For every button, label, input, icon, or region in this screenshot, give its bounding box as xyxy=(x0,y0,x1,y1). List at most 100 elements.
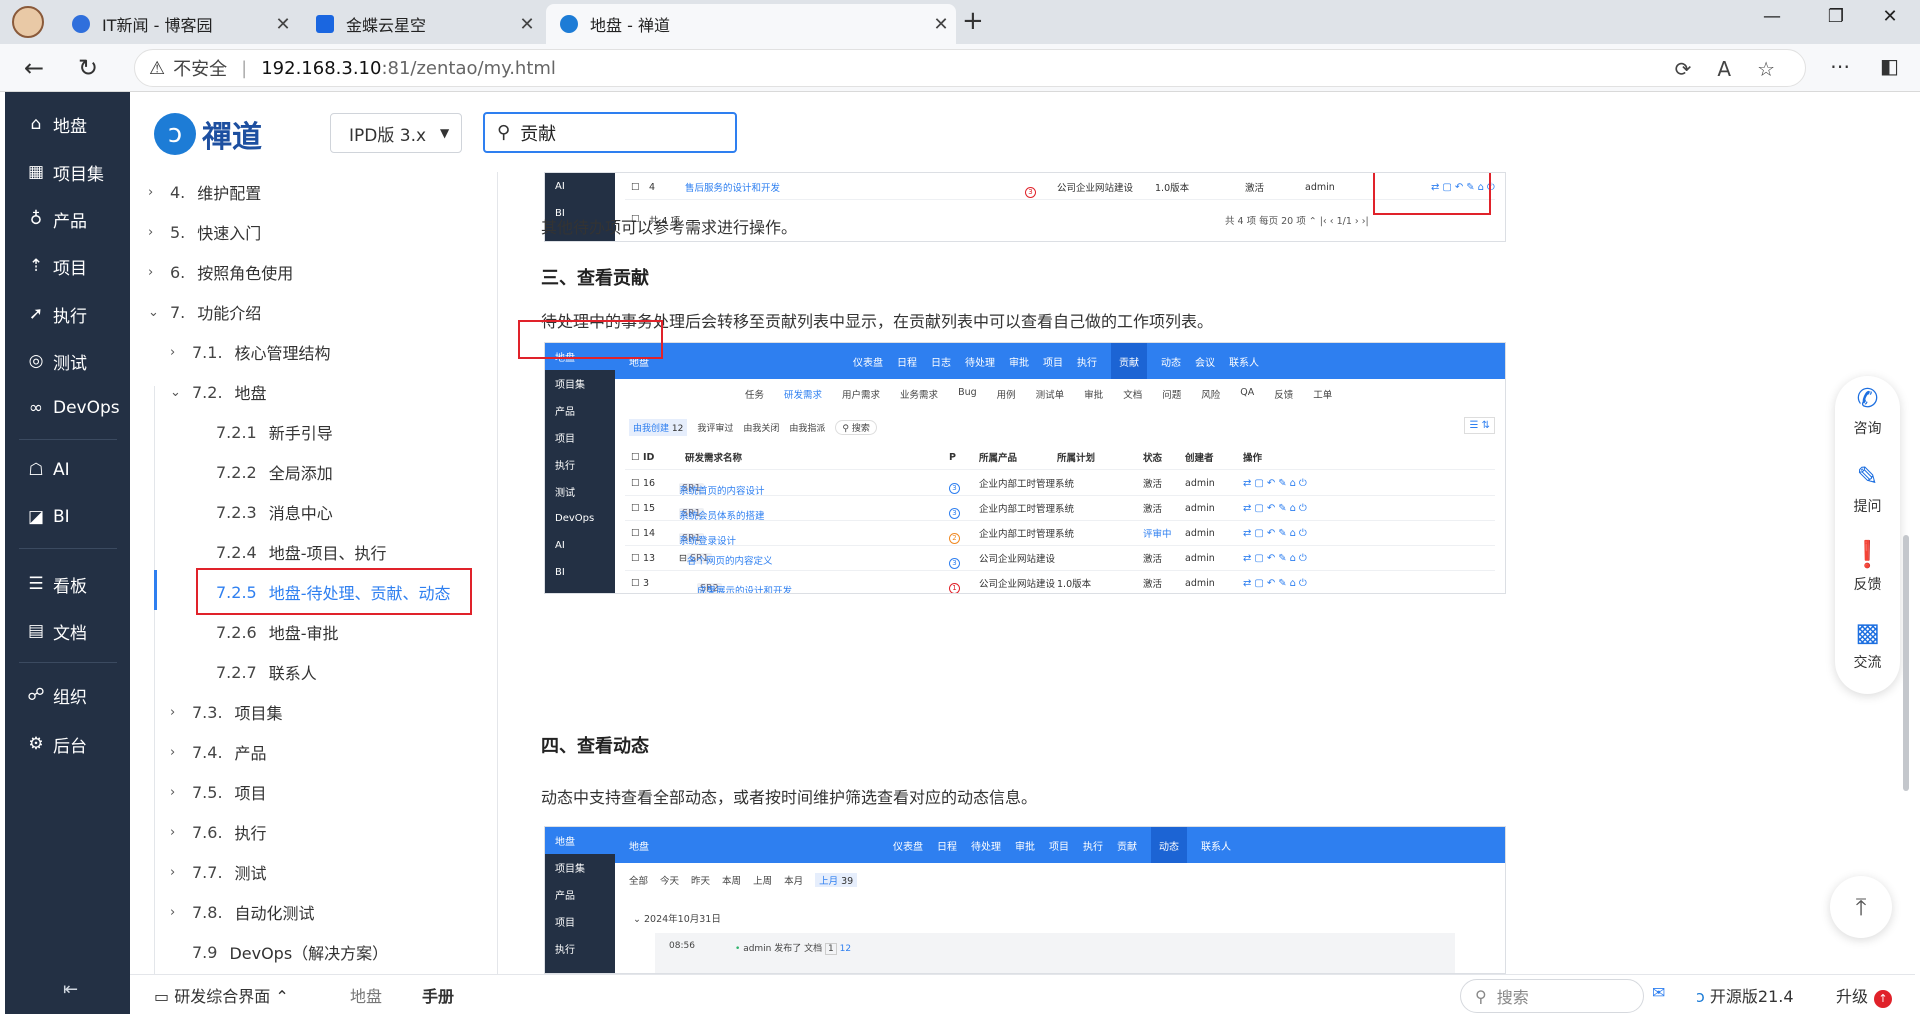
chevron-down-icon: ⌄ xyxy=(148,304,159,320)
toc-item[interactable]: 7.2.2 全局添加 xyxy=(216,454,333,490)
qrcode-icon: ▩ xyxy=(1855,618,1880,648)
arrow-up-icon: ⤒ xyxy=(1855,893,1867,921)
home-icon: ⌂ xyxy=(30,114,42,134)
workspace-switcher[interactable]: ▭ 研发综合界面 ⌃ xyxy=(154,983,289,1007)
breadcrumb-home[interactable]: 地盘 xyxy=(350,983,382,1007)
alert-icon: ❗ xyxy=(1851,540,1884,570)
main-nav: ⌂ 地盘 ▦ 项目集 ♁ 产品 ⇡ 项目 ➚ 执行 ◎ 测试 ∞ DevOps ☖ AI ◪ BI… xyxy=(5,92,130,1014)
table-row: ☐ 15 SR1 系统会员体系的搭建 3 企业内部工时管理系统 激活 admin ⇄… xyxy=(625,496,1495,522)
close-window-icon[interactable]: ✕ xyxy=(1870,6,1910,27)
shot-filters: 全部 今天 昨天 本周 上周 本月 上月 39 xyxy=(629,873,858,887)
close-tab-icon[interactable]: ✕ xyxy=(926,14,956,35)
chevron-down-icon: ⌄ xyxy=(170,384,181,400)
table-row: ☐ 16 SR1 系统首页的内容设计 3 企业内部工时管理系统 激活 admin ⇄… xyxy=(625,471,1495,497)
toc-item[interactable]: 7.2.7 联系人 xyxy=(216,654,317,690)
refresh-icon[interactable]: ↻ xyxy=(78,54,98,82)
back-to-top-button[interactable]: ⤒ xyxy=(1830,876,1892,938)
toc-item[interactable]: 7.9 DevOps（解决方案） xyxy=(192,934,388,970)
rocket-icon: ⇡ xyxy=(28,256,44,276)
ask-button[interactable]: ✎ 提问 xyxy=(1835,462,1900,516)
test-icon: ◎ xyxy=(28,351,44,371)
nav-item-home[interactable]: ⌂ 地盘 xyxy=(5,104,130,144)
phone-icon: ✆ xyxy=(1856,384,1879,414)
new-tab-icon[interactable]: + xyxy=(962,6,984,36)
chevron-right-icon: › xyxy=(148,264,154,280)
table-row: ☐ 4 售后服务的设计和开发 3 公司企业网站建设 1.0版本 激活 admin… xyxy=(625,175,1495,200)
chevron-right-icon: › xyxy=(170,824,176,840)
toc-item[interactable]: › 5. 快速入门 xyxy=(148,214,261,250)
favorite-star-icon[interactable]: ☆ xyxy=(1757,57,1775,81)
tab-kingdee[interactable]: 金蝶云星空 ✕ xyxy=(302,4,542,44)
nav-item-project[interactable]: ⇡ 项目 xyxy=(5,246,130,286)
read-aloud-icon[interactable]: A xyxy=(1717,57,1731,81)
table-row: ☐ 14 SR1 系统登录设计 2 企业内部工时管理系统 评审中 admin ⇄▢↶… xyxy=(625,521,1495,547)
manual-search-input[interactable]: ⚲ 贡献 xyxy=(483,112,737,153)
edition-info[interactable]: ↄ 开源版21.4 xyxy=(1696,983,1794,1007)
version-select[interactable]: IPD版 3.x ▼ xyxy=(330,113,462,153)
org-icon: ☍ xyxy=(27,685,45,705)
nav-item-product[interactable]: ♁ 产品 xyxy=(5,199,130,239)
app-header: ↄ 禪道 IPD版 3.x ▼ ⚲ 贡献 xyxy=(130,92,1915,172)
nav-item-program[interactable]: ▦ 项目集 xyxy=(5,152,130,192)
chevron-right-icon: › xyxy=(170,784,176,800)
nav-item-test[interactable]: ◎ 测试 xyxy=(5,341,130,381)
kanban-icon: ☰ xyxy=(28,574,44,594)
nav-item-execution[interactable]: ➚ 执行 xyxy=(5,294,130,334)
nav-item-doc[interactable]: ▤ 文档 xyxy=(5,611,130,651)
consult-button[interactable]: ✆ 咨询 xyxy=(1835,384,1900,438)
toc-item[interactable]: › 7.6. 执行 xyxy=(170,814,267,850)
toc-item[interactable]: › 7.4. 产品 xyxy=(170,734,267,770)
toc-item[interactable]: ⌄ 7.2. 地盘 xyxy=(170,374,267,410)
nav-item-org[interactable]: ☍ 组织 xyxy=(5,675,130,715)
chevron-right-icon: › xyxy=(170,864,176,880)
tab-zentao[interactable]: 地盘 - 禅道 ✕ xyxy=(546,4,956,44)
nav-item-ai[interactable]: ☖ AI xyxy=(5,450,130,490)
back-icon[interactable]: ← xyxy=(24,54,44,82)
toc-item[interactable]: 7.2.3 消息中心 xyxy=(216,494,333,530)
chevron-right-icon: › xyxy=(170,344,176,360)
maximize-icon[interactable]: ❐ xyxy=(1816,6,1856,27)
grid-icon: ▦ xyxy=(27,162,45,182)
upgrade-button[interactable]: 升级 ↑ xyxy=(1836,983,1893,1008)
toc-item[interactable]: 7.2.4 地盘-项目、执行 xyxy=(216,534,387,570)
collapse-nav-icon[interactable]: ⇤ xyxy=(63,979,78,1000)
browser-tab-bar: IT新闻 - 博客园 ✕ 金蝶云星空 ✕ 地盘 - 禅道 ✕ + — ❐ ✕ xyxy=(0,0,1920,44)
toc-item[interactable]: 7.2.1 新手引导 xyxy=(216,414,333,450)
nav-item-devops[interactable]: ∞ DevOps xyxy=(5,388,130,428)
global-search-input[interactable]: ⚲ 搜索 xyxy=(1460,979,1644,1013)
table-row: ☐ 13 ⊟ SR1 各个网页的内容定义 3 公司企业网站建设 激活 admin ⇄… xyxy=(625,546,1495,571)
toc-item[interactable]: › 7.7. 测试 xyxy=(170,854,267,890)
ai-chat-icon[interactable]: ✉ xyxy=(1652,983,1665,1002)
scrollbar[interactable] xyxy=(1903,535,1909,791)
toc-item[interactable]: › 7.8. 自动化测试 xyxy=(170,894,315,930)
toc-selected-indicator xyxy=(154,570,157,610)
feedback-button[interactable]: ❗ 反馈 xyxy=(1835,540,1900,594)
bottom-bar: ▭ 研发综合界面 ⌃ 地盘 手册 ⚲ 搜索 ✉ ↄ 开源版21.4 升级 ↑ xyxy=(130,974,1915,1014)
exchange-button[interactable]: ▩ 交流 xyxy=(1835,618,1900,672)
chevron-right-icon: › xyxy=(170,704,176,720)
toc-item[interactable]: › 4. 维护配置 xyxy=(148,174,261,210)
more-menu-icon[interactable]: ⋯ xyxy=(1830,54,1850,78)
minimize-icon[interactable]: — xyxy=(1752,6,1792,27)
toc-item[interactable]: › 7.3. 项目集 xyxy=(170,694,283,730)
translate-icon[interactable]: ⟳ xyxy=(1675,57,1692,81)
tab-it-news[interactable]: IT新闻 - 博客园 ✕ xyxy=(58,4,298,44)
toc-item[interactable]: › 6. 按照角色使用 xyxy=(148,254,293,290)
nav-item-admin[interactable]: ⚙ 后台 xyxy=(5,724,130,764)
zentao-logo[interactable]: ↄ 禪道 xyxy=(154,112,262,156)
close-tab-icon[interactable]: ✕ xyxy=(268,14,298,35)
toc-item[interactable]: ⌄ 7. 功能介绍 xyxy=(148,294,261,330)
toc-item[interactable]: › 7.5. 项目 xyxy=(170,774,267,810)
toc-item[interactable]: › 7.1. 核心管理结构 xyxy=(170,334,331,370)
close-tab-icon[interactable]: ✕ xyxy=(512,14,542,35)
sidebar-toggle-icon[interactable]: ◧ xyxy=(1880,54,1899,78)
nav-item-bi[interactable]: ◪ BI xyxy=(5,497,130,537)
gear-icon: ⚙ xyxy=(28,734,44,754)
caret-down-icon: ▼ xyxy=(440,126,450,140)
nav-item-kanban[interactable]: ☰ 看板 xyxy=(5,564,130,604)
url-field[interactable]: ⚠ 不安全 | 192.168.3.10 :81/zentao/my.html … xyxy=(134,49,1806,87)
toc-item[interactable]: 7.2.6 地盘-审批 xyxy=(216,614,339,650)
profile-avatar[interactable] xyxy=(12,6,44,38)
breadcrumb-manual[interactable]: 手册 xyxy=(422,983,454,1007)
run-icon: ➚ xyxy=(28,304,44,324)
